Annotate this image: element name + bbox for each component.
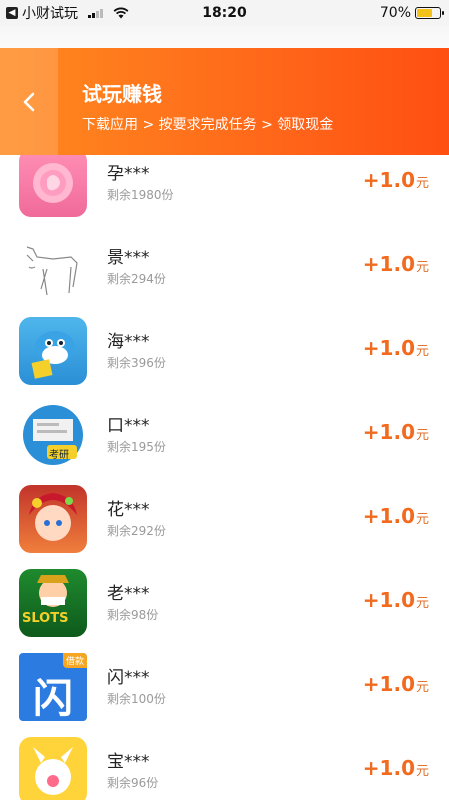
- task-row[interactable]: 海*** 剩余396份 +1.0 元: [0, 317, 449, 401]
- task-reward: +1.0 元: [362, 168, 429, 192]
- horse-sketch-app-icon: [19, 233, 87, 301]
- task-row[interactable]: 宝*** 剩余96份 +1.0 元: [0, 737, 449, 800]
- loan-app-icon: 闪 借款: [19, 653, 87, 721]
- battery-icon: [415, 7, 444, 19]
- task-remaining: 剩余294份: [107, 272, 166, 286]
- task-row[interactable]: 花*** 剩余292份 +1.0 元: [0, 485, 449, 569]
- back-to-app-label[interactable]: 小财试玩: [22, 3, 78, 23]
- task-reward: +1.0 元: [362, 252, 429, 276]
- page-title: 试玩赚钱: [82, 82, 162, 106]
- task-row[interactable]: 景*** 剩余294份 +1.0 元: [0, 233, 449, 317]
- task-name: 老***: [107, 584, 150, 604]
- page-subtitle: 下载应用 > 按要求完成任务 > 领取现金: [82, 117, 334, 133]
- task-name: 花***: [107, 500, 150, 520]
- task-name: 宝***: [107, 752, 150, 772]
- task-remaining: 剩余96份: [107, 776, 159, 790]
- page-header: 试玩赚钱 下载应用 > 按要求完成任务 > 领取现金: [0, 48, 449, 155]
- task-remaining: 剩余1980份: [107, 188, 174, 202]
- task-remaining: 剩余396份: [107, 356, 166, 370]
- slots-game-icon: SLOTS: [19, 569, 87, 637]
- task-row[interactable]: 孕*** 剩余1980份 +1.0 元: [0, 155, 449, 233]
- loan-badge: 借款: [62, 653, 87, 668]
- slots-badge: SLOTS: [22, 611, 69, 626]
- status-bar: ◀ 小财试玩 18:20 70%: [0, 0, 449, 26]
- baby-app-icon: [19, 737, 87, 800]
- task-row[interactable]: 闪 借款 闪*** 剩余100份 +1.0 元: [0, 653, 449, 737]
- chevron-left-icon: [23, 92, 35, 111]
- battery-percent: 70%: [379, 5, 411, 21]
- task-remaining: 剩余100份: [107, 692, 166, 706]
- back-to-app-icon[interactable]: ◀: [6, 7, 18, 19]
- task-reward: +1.0 元: [362, 504, 429, 528]
- task-remaining: 剩余195份: [107, 440, 166, 454]
- task-remaining: 剩余292份: [107, 524, 166, 538]
- task-name: 闪***: [107, 668, 150, 688]
- loan-glyph: 闪: [33, 676, 73, 721]
- exam-app-icon: 考研: [19, 401, 87, 469]
- task-reward: +1.0 元: [362, 588, 429, 612]
- task-name: 海***: [107, 332, 150, 352]
- task-row[interactable]: SLOTS 老*** 剩余98份 +1.0 元: [0, 569, 449, 653]
- cellular-signal-icon: [88, 8, 103, 18]
- anime-girl-game-icon: [19, 485, 87, 553]
- pregnancy-app-icon: [19, 155, 87, 217]
- task-name: 口***: [107, 416, 150, 436]
- task-reward: +1.0 元: [362, 420, 429, 444]
- task-remaining: 剩余98份: [107, 608, 159, 622]
- task-name: 景***: [107, 248, 150, 268]
- task-row[interactable]: 考研 口*** 剩余195份 +1.0 元: [0, 401, 449, 485]
- task-list: 孕*** 剩余1980份 +1.0 元 景*** 剩余294份 +1.0 元 海…: [0, 155, 449, 800]
- wifi-icon: [113, 7, 129, 19]
- task-reward: +1.0 元: [362, 672, 429, 696]
- task-name: 孕***: [107, 164, 150, 184]
- back-button[interactable]: [0, 48, 58, 155]
- task-reward: +1.0 元: [362, 336, 429, 360]
- dolphin-app-icon: [19, 317, 87, 385]
- navigation-shadow: [0, 26, 449, 48]
- task-reward: +1.0 元: [362, 756, 429, 780]
- exam-badge: 考研: [49, 450, 69, 461]
